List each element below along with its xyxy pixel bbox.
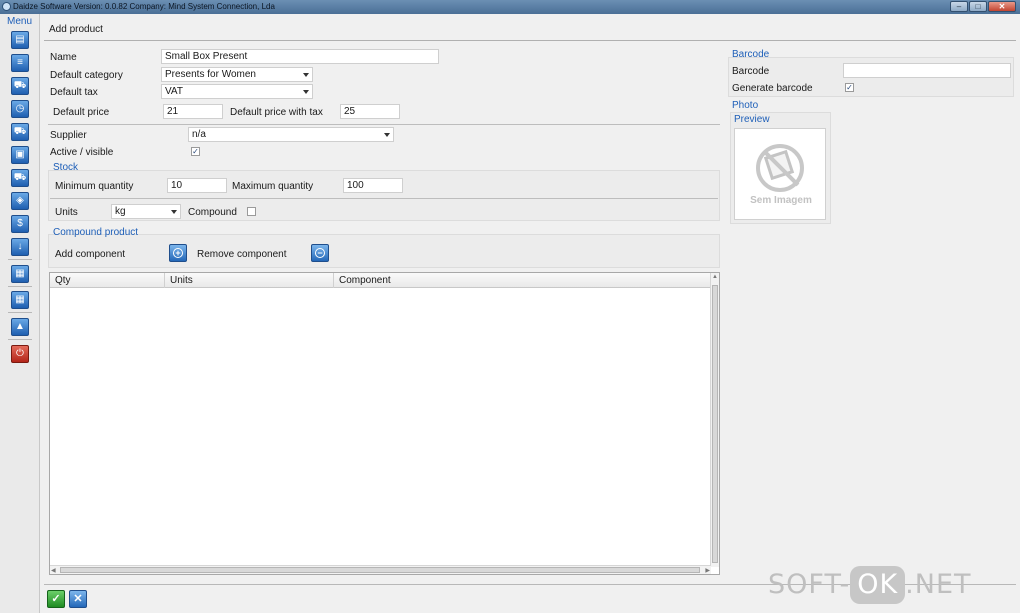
category-label: Default category	[50, 70, 123, 81]
plus-icon: +	[173, 248, 183, 258]
add-component-button[interactable]: +	[169, 244, 187, 262]
power-icon[interactable]: ⏻	[11, 345, 29, 363]
remove-component-button[interactable]: −	[311, 244, 329, 262]
maximize-button[interactable]: □	[969, 1, 987, 12]
cart-add-icon[interactable]: ⛟	[11, 169, 29, 187]
page-header: Add product	[44, 19, 1016, 41]
add-component-label: Add component	[55, 249, 126, 260]
price-label: Default price	[53, 107, 110, 118]
window-title: Daidze Software Version: 0.0.82 Company:…	[13, 2, 275, 11]
page-title: Add product	[49, 24, 103, 35]
supplier-value: n/a	[192, 129, 206, 140]
menu-divider	[8, 286, 32, 287]
divider	[48, 124, 720, 125]
chevron-down-icon	[303, 90, 309, 94]
tax-select[interactable]: VAT	[161, 84, 313, 99]
menu-divider	[8, 259, 32, 260]
dollar-icon[interactable]: $	[11, 215, 29, 233]
contact-card-icon[interactable]: ▣	[11, 146, 29, 164]
download-icon[interactable]: ↓	[11, 238, 29, 256]
units-select[interactable]: kg	[111, 204, 181, 219]
min-qty-label: Minimum quantity	[55, 181, 134, 192]
menu-divider	[8, 312, 32, 313]
category-value: Presents for Women	[165, 69, 256, 80]
menu-divider	[8, 339, 32, 340]
scroll-left-icon[interactable]: ◀	[51, 567, 56, 574]
active-label: Active / visible	[50, 147, 114, 158]
cancel-button[interactable]: ✕	[69, 590, 87, 608]
max-qty-label: Maximum quantity	[232, 181, 314, 192]
price-tax-input[interactable]: 25	[340, 104, 400, 119]
compound-title: Compound product	[53, 227, 139, 238]
supplier-select[interactable]: n/a	[188, 127, 394, 142]
barcode-title: Barcode	[732, 49, 770, 60]
watermark-right: .NET	[905, 569, 972, 600]
horizontal-scroll-thumb[interactable]	[60, 567, 700, 573]
close-button[interactable]: ✕	[988, 1, 1016, 12]
supplier-label: Supplier	[50, 130, 87, 141]
barcode-input[interactable]	[843, 63, 1011, 78]
category-select[interactable]: Presents for Women	[161, 67, 313, 82]
chevron-down-icon	[303, 73, 309, 77]
warning-icon[interactable]: ▲	[11, 318, 29, 336]
confirm-button[interactable]: ✓	[47, 590, 65, 608]
divider	[50, 198, 718, 199]
price-tax-label: Default price with tax	[230, 107, 323, 118]
app-icon	[2, 2, 11, 11]
column-header-component[interactable]: Component	[334, 273, 711, 288]
minimize-button[interactable]: –	[950, 1, 968, 12]
tax-label: Default tax	[50, 87, 98, 98]
compound-label: Compound	[188, 207, 237, 218]
chevron-down-icon	[171, 210, 177, 214]
stopwatch-icon[interactable]: ◷	[11, 100, 29, 118]
report-icon[interactable]: ▦	[11, 265, 29, 283]
preview-title: Preview	[734, 114, 770, 125]
price-input[interactable]: 21	[163, 104, 223, 119]
minus-icon: −	[315, 248, 325, 258]
units-value: kg	[115, 206, 126, 217]
menu-label: Menu	[7, 16, 33, 27]
name-input[interactable]: Small Box Present	[161, 49, 439, 64]
title-bar: Daidze Software Version: 0.0.82 Company:…	[0, 0, 1020, 14]
calculator-list-icon[interactable]: ▤	[11, 31, 29, 49]
vertical-scrollbar[interactable]: ▲	[710, 273, 719, 567]
photo-title: Photo	[732, 100, 759, 111]
table-header: Qty Units Component	[50, 273, 711, 288]
scroll-up-icon[interactable]: ▲	[712, 274, 718, 280]
tax-value: VAT	[165, 86, 183, 97]
active-checkbox[interactable]: ✓	[191, 147, 200, 156]
tag-icon[interactable]: ◈	[11, 192, 29, 210]
name-label: Name	[50, 52, 77, 63]
components-table[interactable]: Qty Units Component ▲ ◀ ▶	[49, 272, 720, 575]
min-qty-input[interactable]: 10	[167, 178, 227, 193]
calculator-icon[interactable]: ▦	[11, 291, 29, 309]
cart-icon[interactable]: ⛟	[11, 77, 29, 95]
watermark-left: SOFT-	[768, 569, 851, 600]
max-qty-input[interactable]: 100	[343, 178, 403, 193]
window-controls: – □ ✕	[950, 1, 1016, 13]
document-icon[interactable]: ≡	[11, 54, 29, 72]
remove-component-label: Remove component	[197, 249, 287, 260]
vertical-scroll-thumb[interactable]	[712, 285, 718, 563]
units-label: Units	[55, 207, 78, 218]
barcode-label: Barcode	[732, 66, 770, 77]
chevron-down-icon	[384, 133, 390, 137]
no-image-text: Sem Imagem	[750, 195, 812, 206]
scroll-right-icon[interactable]: ▶	[705, 567, 710, 574]
horizontal-scrollbar[interactable]: ◀ ▶	[50, 565, 711, 574]
watermark-ok: OK	[850, 566, 906, 604]
stock-title: Stock	[53, 162, 79, 173]
column-header-qty[interactable]: Qty	[50, 273, 165, 288]
watermark: SOFT- OK .NET	[768, 566, 972, 608]
compound-checkbox[interactable]	[247, 207, 256, 216]
compound-group	[48, 234, 720, 268]
truck-icon[interactable]: ⛟	[11, 123, 29, 141]
product-image-preview[interactable]: Sem Imagem	[734, 128, 826, 220]
generate-barcode-checkbox[interactable]: ✓	[845, 83, 854, 92]
column-header-units[interactable]: Units	[165, 273, 334, 288]
generate-barcode-label: Generate barcode	[732, 83, 813, 94]
